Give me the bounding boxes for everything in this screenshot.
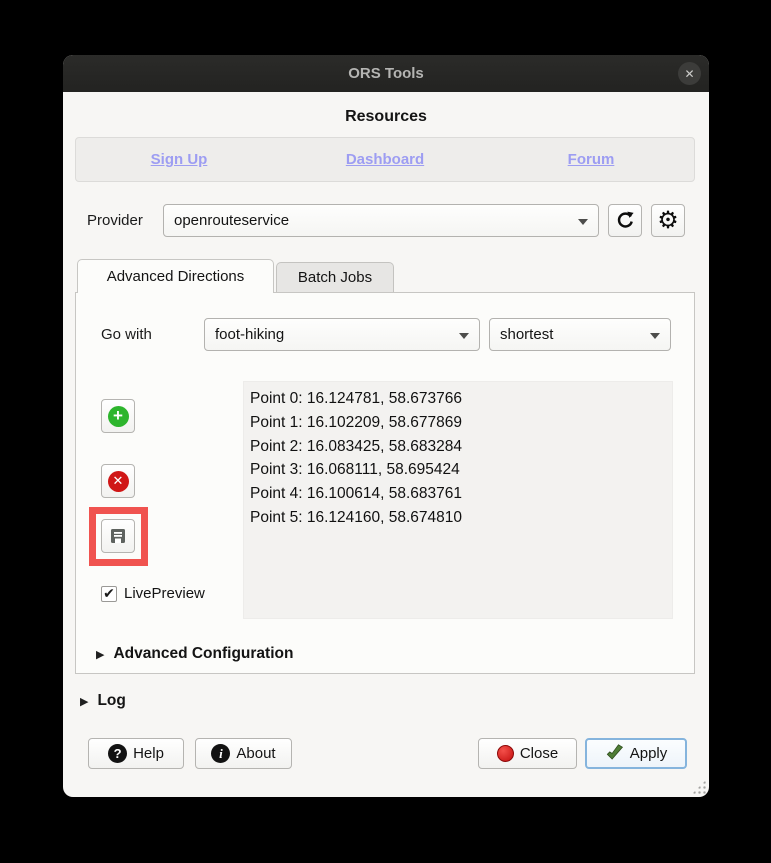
chevron-right-icon: ▶ — [96, 648, 104, 661]
help-button-label: Help — [133, 745, 164, 762]
about-button-label: About — [236, 745, 275, 762]
list-item[interactable]: Point 2: 16.083425, 58.683284 — [250, 435, 672, 459]
apply-check-icon — [605, 744, 624, 763]
refresh-icon — [614, 210, 636, 232]
travel-profile-select[interactable]: foot-hiking — [204, 318, 480, 351]
live-preview-toggle[interactable]: ✔ LivePreview — [101, 585, 205, 602]
route-preference-value: shortest — [500, 326, 553, 343]
list-item[interactable]: Point 4: 16.100614, 58.683761 — [250, 482, 672, 506]
list-item[interactable]: Point 1: 16.102209, 58.677869 — [250, 411, 672, 435]
refresh-providers-button[interactable] — [608, 204, 642, 237]
tab-advanced-directions[interactable]: Advanced Directions — [77, 259, 274, 293]
close-icon: ✕ — [684, 67, 694, 81]
advanced-configuration-label: Advanced Configuration — [113, 645, 293, 663]
gear-icon: ⚙ — [657, 209, 679, 233]
live-preview-label: LivePreview — [124, 585, 205, 602]
window-title: ORS Tools — [348, 65, 424, 82]
advanced-configuration-expander[interactable]: ▶ Advanced Configuration — [96, 645, 293, 663]
info-icon: i — [211, 744, 230, 763]
close-button[interactable]: Close — [478, 738, 577, 769]
checkbox-checked-icon[interactable]: ✔ — [101, 586, 117, 602]
link-forum[interactable]: Forum — [488, 151, 694, 168]
remove-waypoint-button[interactable]: ✕ — [101, 464, 135, 498]
provider-settings-button[interactable]: ⚙ — [651, 204, 685, 237]
about-button[interactable]: i About — [195, 738, 292, 769]
save-icon — [108, 526, 128, 546]
apply-button-label: Apply — [630, 745, 668, 762]
chevron-down-icon — [459, 333, 469, 339]
help-icon: ? — [108, 744, 127, 763]
chevron-down-icon — [650, 333, 660, 339]
delete-icon: ✕ — [108, 471, 129, 492]
resources-links-frame: Sign Up Dashboard Forum — [75, 137, 695, 182]
add-icon: + — [108, 406, 129, 427]
tab-label: Batch Jobs — [298, 269, 372, 286]
window-close-button[interactable]: ✕ — [678, 62, 701, 85]
log-expander[interactable]: ▶ Log — [80, 692, 126, 710]
chevron-right-icon: ▶ — [80, 695, 88, 708]
check-icon: ✔ — [103, 585, 115, 602]
travel-profile-value: foot-hiking — [215, 326, 284, 343]
help-button[interactable]: ? Help — [88, 738, 184, 769]
tab-label: Advanced Directions — [107, 268, 245, 285]
stop-icon — [497, 745, 514, 762]
link-sign-up[interactable]: Sign Up — [76, 151, 282, 168]
close-button-label: Close — [520, 745, 558, 762]
waypoint-list[interactable]: Point 0: 16.124781, 58.673766 Point 1: 1… — [243, 381, 673, 619]
chevron-down-icon — [578, 219, 588, 225]
log-label: Log — [97, 692, 125, 710]
titlebar[interactable]: ORS Tools ✕ — [63, 55, 709, 92]
tab-batch-jobs[interactable]: Batch Jobs — [276, 262, 394, 292]
provider-selected-value: openrouteservice — [174, 212, 289, 229]
list-item[interactable]: Point 3: 16.068111, 58.695424 — [250, 458, 672, 482]
provider-label: Provider — [87, 212, 163, 229]
link-dashboard[interactable]: Dashboard — [282, 151, 488, 168]
go-with-label: Go with — [101, 326, 152, 343]
list-item[interactable]: Point 0: 16.124781, 58.673766 — [250, 387, 672, 411]
provider-select[interactable]: openrouteservice — [163, 204, 599, 237]
resize-grip[interactable] — [692, 780, 706, 794]
ors-tools-dialog: ORS Tools ✕ Resources Sign Up Dashboard … — [63, 55, 709, 797]
save-waypoints-button[interactable] — [101, 519, 135, 553]
route-preference-select[interactable]: shortest — [489, 318, 671, 351]
resources-heading: Resources — [63, 108, 709, 126]
list-item[interactable]: Point 5: 16.124160, 58.674810 — [250, 506, 672, 530]
add-waypoint-button[interactable]: + — [101, 399, 135, 433]
provider-row: Provider openrouteservice ⚙ — [75, 204, 695, 237]
apply-button[interactable]: Apply — [585, 738, 687, 769]
advanced-directions-panel: Go with foot-hiking shortest Point 0: 16… — [75, 292, 695, 674]
